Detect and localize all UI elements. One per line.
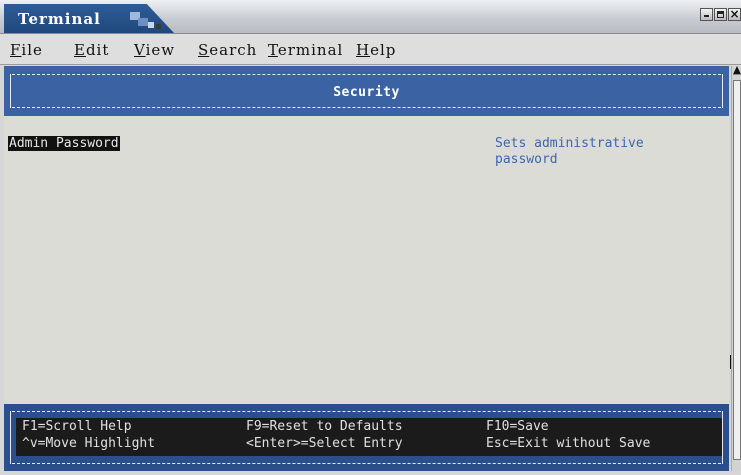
window-title: Terminal (18, 10, 101, 28)
menu-bar: File Edit View Search Terminal Help (0, 34, 741, 65)
close-icon[interactable]: × (728, 8, 741, 21)
footer-border-right (722, 411, 723, 464)
menu-edit-label: dit (85, 41, 110, 59)
window-controls: × (700, 8, 741, 21)
menu-edit-accel: E (74, 41, 86, 59)
footer-keys-panel: F1=Scroll Help ^v=Move Highlight F9=Rese… (16, 418, 722, 456)
menu-terminal-label: erminal (277, 41, 344, 59)
menu-file-accel: F (10, 41, 22, 59)
title-bar[interactable]: Terminal × (0, 0, 741, 34)
key-hint: <Enter>=Select Entry (246, 436, 403, 451)
menu-file-label: ile (21, 41, 43, 59)
menu-view[interactable]: View (134, 41, 175, 59)
menu-file[interactable]: File (10, 41, 43, 59)
menu-view-label: iew (145, 41, 176, 59)
key-hint: Esc=Exit without Save (486, 436, 651, 451)
menu-search-accel: S (198, 41, 210, 59)
admin-password-item[interactable]: Admin Password (8, 136, 120, 151)
key-hint: ^v=Move Highlight (22, 436, 156, 451)
header-border-top (12, 74, 721, 75)
footer-border-top (12, 411, 721, 412)
maximize-icon[interactable] (714, 8, 727, 21)
minimize-icon[interactable] (700, 8, 713, 21)
item-help-text: Sets administrative password (495, 136, 644, 167)
footer-border-left (10, 411, 11, 464)
menu-help-accel: H (356, 41, 371, 59)
screen-header: Security (4, 66, 729, 116)
key-column-1: F1=Scroll Help ^v=Move Highlight (22, 418, 155, 452)
key-hint: F1=Scroll Help (22, 419, 132, 434)
terminal-screen[interactable]: Security Admin Password Sets administrat… (4, 66, 729, 471)
scroll-thumb[interactable] (733, 80, 741, 460)
key-help-footer: F1=Scroll Help ^v=Move Highlight F9=Rese… (4, 404, 729, 471)
menu-terminal[interactable]: Terminal (268, 41, 343, 59)
footer-border-bottom (12, 463, 721, 464)
menu-help[interactable]: Help (356, 41, 396, 59)
menu-search[interactable]: Search (198, 41, 257, 59)
menu-help-label: elp (370, 41, 397, 59)
terminal-scrollbar[interactable] (731, 66, 741, 471)
title-tab: Terminal (4, 4, 174, 33)
scroll-up-arrow-icon[interactable] (733, 66, 741, 75)
key-hint: F9=Reset to Defaults (246, 419, 403, 434)
key-hint: F10=Save (486, 419, 549, 434)
header-border-bottom (12, 107, 721, 108)
terminal-window: Terminal × File Edit View Search Termina… (0, 0, 741, 475)
key-column-2: F9=Reset to Defaults <Enter>=Select Entr… (246, 418, 403, 452)
terminal-app-icon (130, 12, 161, 29)
menu-search-label: earch (209, 41, 258, 59)
menu-view-accel: V (134, 41, 146, 59)
key-column-3: F10=Save Esc=Exit without Save (486, 418, 650, 452)
menu-edit[interactable]: Edit (74, 41, 109, 59)
screen-title: Security (333, 85, 400, 100)
menu-terminal-accel: T (268, 41, 278, 59)
